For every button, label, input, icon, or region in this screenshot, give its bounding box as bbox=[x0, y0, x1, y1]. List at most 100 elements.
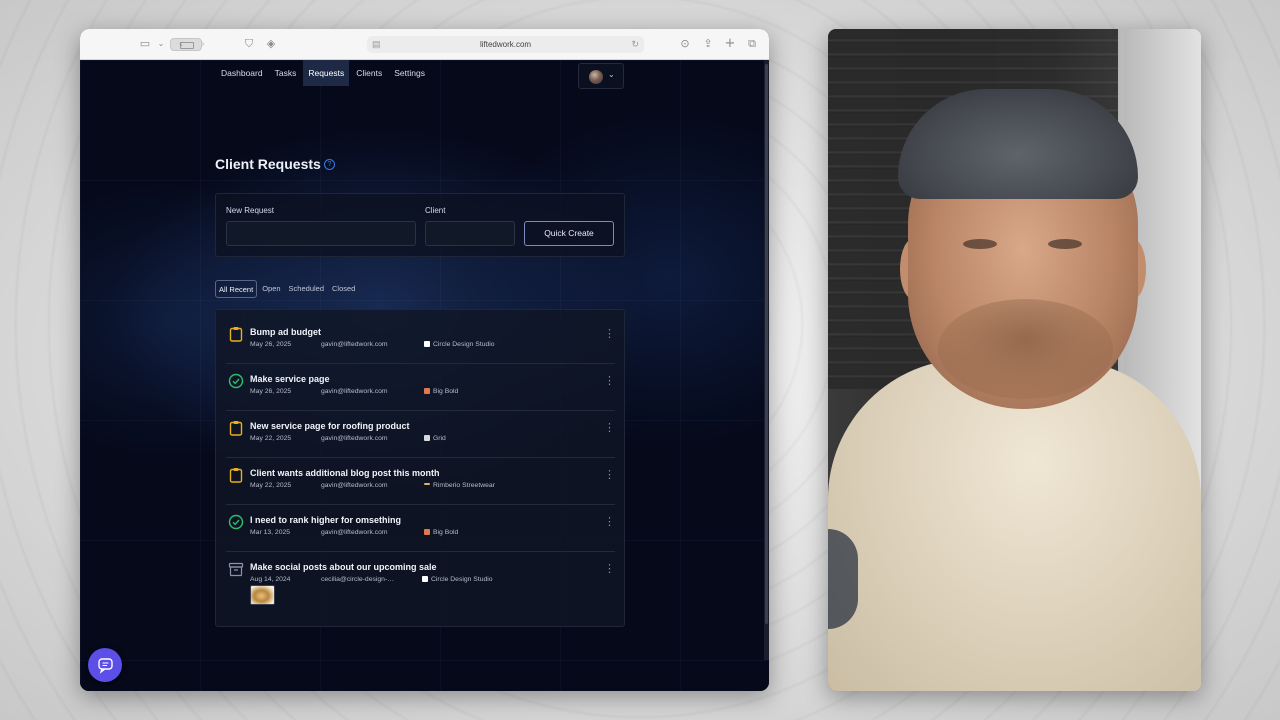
request-title: New service page for roofing product bbox=[250, 421, 410, 431]
list-item[interactable]: I need to rank higher for omsething Mar … bbox=[226, 505, 615, 552]
list-item[interactable]: Bump ad budget May 26, 2025 gavin@lifted… bbox=[226, 317, 615, 364]
client-label: Client bbox=[425, 206, 446, 215]
help-icon[interactable]: ? bbox=[324, 159, 335, 170]
check-circle-icon bbox=[228, 373, 244, 389]
list-item[interactable]: Make social posts about our upcoming sal… bbox=[226, 552, 615, 618]
quick-create-form: New Request Client Quick Create bbox=[215, 193, 625, 257]
request-date: May 22, 2025 bbox=[250, 482, 292, 489]
page-title: Client Requests bbox=[215, 156, 321, 172]
list-item[interactable]: New service page for roofing product May… bbox=[226, 411, 615, 458]
person-shirt bbox=[828, 359, 1201, 691]
client-logo bbox=[424, 435, 430, 441]
tab-scheduled[interactable]: Scheduled bbox=[286, 280, 327, 298]
user-menu-button[interactable]: ⌄ bbox=[578, 63, 624, 89]
requests-list: Bump ad budget May 26, 2025 gavin@lifted… bbox=[215, 309, 625, 627]
client-select[interactable] bbox=[425, 221, 515, 246]
foreground-object bbox=[828, 529, 858, 629]
main-nav: Dashboard Tasks Requests Clients Setting… bbox=[216, 60, 432, 86]
quick-create-button[interactable]: Quick Create bbox=[524, 221, 614, 246]
request-title: Client wants additional blog post this m… bbox=[250, 468, 440, 478]
more-options-icon[interactable]: ⋮ bbox=[604, 328, 615, 339]
page-icon: ▤ bbox=[372, 39, 381, 49]
back-icon[interactable]: ‹ bbox=[174, 37, 188, 51]
more-options-icon[interactable]: ⋮ bbox=[604, 422, 615, 433]
attachment-thumbnail[interactable] bbox=[250, 585, 275, 605]
chat-icon bbox=[98, 658, 113, 674]
request-date: Aug 14, 2024 bbox=[250, 576, 291, 583]
nav-tasks[interactable]: Tasks bbox=[270, 60, 302, 86]
person-eye bbox=[1048, 239, 1082, 249]
request-date: May 26, 2025 bbox=[250, 341, 292, 348]
request-client: Big Bold bbox=[424, 388, 504, 395]
client-logo bbox=[424, 529, 430, 535]
browser-toolbar: ▭ ⌄ ‹ › ⛉ ◈ ▤ liftedwork.com ↻ ⊙ ⇪ + ⧉ bbox=[80, 29, 769, 60]
request-email: gavin@liftedwork.com bbox=[321, 482, 388, 489]
request-title: Make service page bbox=[250, 374, 330, 384]
request-client: Grid bbox=[424, 435, 504, 442]
tab-all-recent[interactable]: All Recent bbox=[215, 280, 258, 298]
archive-icon bbox=[228, 562, 244, 577]
clipboard-icon bbox=[229, 468, 243, 483]
scrollbar-thumb[interactable] bbox=[765, 64, 768, 624]
request-title: Make social posts about our upcoming sal… bbox=[250, 562, 437, 572]
list-item[interactable]: Client wants additional blog post this m… bbox=[226, 458, 615, 505]
nav-settings[interactable]: Settings bbox=[389, 60, 430, 86]
clipboard-icon bbox=[229, 421, 243, 436]
nav-dashboard[interactable]: Dashboard bbox=[216, 60, 268, 86]
new-request-input[interactable] bbox=[226, 221, 416, 246]
avatar bbox=[589, 70, 603, 84]
share-icon[interactable]: ⇪ bbox=[701, 37, 715, 51]
client-logo bbox=[424, 388, 430, 394]
new-tab-icon[interactable]: + bbox=[723, 37, 737, 51]
request-title: I need to rank higher for omsething bbox=[250, 515, 402, 525]
request-client: Big Bold bbox=[424, 529, 504, 536]
client-name: Circle Design Studio bbox=[431, 576, 493, 583]
tab-closed[interactable]: Closed bbox=[329, 280, 358, 298]
webcam-feed bbox=[828, 29, 1201, 691]
list-item[interactable]: Make service page May 26, 2025 gavin@lif… bbox=[226, 364, 615, 411]
more-options-icon[interactable]: ⋮ bbox=[604, 563, 615, 574]
request-email: gavin@liftedwork.com bbox=[321, 341, 388, 348]
more-options-icon[interactable]: ⋮ bbox=[604, 516, 615, 527]
forward-icon[interactable]: › bbox=[196, 37, 210, 51]
app-content: Dashboard Tasks Requests Clients Setting… bbox=[80, 60, 769, 691]
request-email: cecilia@circle-design-studio.com bbox=[321, 576, 397, 583]
client-name: Big Bold bbox=[433, 529, 459, 536]
tab-overview-icon[interactable]: ▭ bbox=[138, 37, 152, 51]
url-text: liftedwork.com bbox=[479, 40, 532, 49]
check-circle-icon bbox=[228, 514, 244, 530]
request-client: Rimberio Streetwear bbox=[424, 482, 504, 489]
request-client: Circle Design Studio bbox=[424, 341, 504, 348]
address-bar[interactable]: ▤ liftedwork.com ↻ bbox=[367, 36, 644, 53]
person-eye bbox=[963, 239, 997, 249]
request-email: gavin@liftedwork.com bbox=[321, 435, 388, 442]
nav-requests[interactable]: Requests bbox=[303, 60, 350, 86]
filter-tabs: All Recent Open Scheduled Closed bbox=[215, 280, 360, 298]
request-date: May 26, 2025 bbox=[250, 388, 292, 395]
clipboard-icon bbox=[229, 327, 243, 342]
client-name: Rimberio Streetwear bbox=[433, 482, 495, 489]
client-logo bbox=[422, 576, 428, 582]
privacy-icon[interactable]: ◈ bbox=[264, 37, 278, 51]
request-date: May 22, 2025 bbox=[250, 435, 292, 442]
person-cap bbox=[898, 89, 1138, 199]
nav-clients[interactable]: Clients bbox=[351, 60, 387, 86]
download-icon[interactable]: ⊙ bbox=[678, 37, 692, 51]
scrollbar[interactable] bbox=[764, 60, 769, 660]
person-beard bbox=[938, 299, 1113, 399]
tabs-icon[interactable]: ⧉ bbox=[745, 37, 759, 51]
request-client: Circle Design Studio bbox=[422, 576, 502, 583]
chevron-down-icon: ⌄ bbox=[608, 70, 615, 79]
request-title: Bump ad budget bbox=[250, 327, 321, 337]
chat-button[interactable] bbox=[88, 648, 122, 682]
client-name: Grid bbox=[433, 435, 446, 442]
browser-window: ▭ ⌄ ‹ › ⛉ ◈ ▤ liftedwork.com ↻ ⊙ ⇪ + ⧉ D… bbox=[80, 29, 769, 691]
more-options-icon[interactable]: ⋮ bbox=[604, 375, 615, 386]
request-date: Mar 13, 2025 bbox=[250, 529, 291, 536]
chevron-down-icon[interactable]: ⌄ bbox=[154, 37, 168, 51]
reload-icon[interactable]: ↻ bbox=[631, 36, 639, 53]
shield-icon[interactable]: ⛉ bbox=[242, 37, 256, 51]
client-logo bbox=[424, 341, 430, 347]
more-options-icon[interactable]: ⋮ bbox=[604, 469, 615, 480]
tab-open[interactable]: Open bbox=[259, 280, 283, 298]
